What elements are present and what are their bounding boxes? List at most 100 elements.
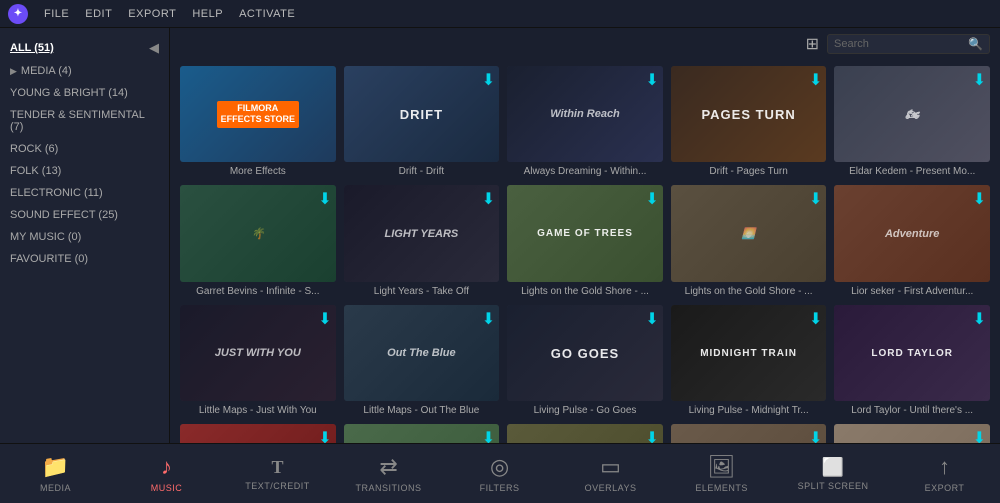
sidebar-all-link[interactable]: ALL (51) [10, 42, 54, 54]
search-input[interactable] [834, 38, 964, 50]
thumb-lights-gold2: 🌅 [671, 185, 827, 281]
sidebar-item-my-music[interactable]: MY MUSIC (0) [0, 226, 169, 248]
media-card-come-back[interactable]: COME BACK HOME ⬇ Come Back Home [180, 424, 336, 443]
media-card-eldar[interactable]: 🏍 ⬇ Eldar Kedem - Present Mo... [834, 66, 990, 177]
media-card-little-maps1[interactable]: JUST WITH YOU ⬇ Little Maps - Just With … [180, 305, 336, 416]
card-label-within-reach: Always Dreaming - Within... [507, 166, 663, 177]
download-icon-17[interactable]: ⬇ [645, 428, 658, 443]
media-card-effects-store[interactable]: FILMORAEFFECTS STORE More Effects [180, 66, 336, 177]
bottom-split-screen[interactable]: ⬜ SPLIT SCREEN [798, 457, 869, 491]
sidebar-item-favourite[interactable]: FAVOURITE (0) [0, 248, 169, 270]
download-icon-1[interactable]: ⬇ [482, 70, 495, 90]
menu-file[interactable]: FILE [44, 8, 69, 20]
sidebar-item-electronic[interactable]: ELECTRONIC (11) [0, 182, 169, 204]
arrow-icon: ▶ [10, 66, 17, 77]
export-label: EXPORT [925, 483, 965, 493]
download-icon-6[interactable]: ⬇ [482, 189, 495, 209]
download-icon-13[interactable]: ⬇ [809, 309, 822, 329]
download-icon-18[interactable]: ⬇ [809, 428, 822, 443]
thumb-light-years: LIGHT YEARS [344, 185, 500, 281]
bottom-media[interactable]: 📁 MEDIA [21, 454, 91, 493]
music-icon: ♪ [161, 454, 172, 480]
media-card-garret[interactable]: 🌴 ⬇ Garret Bevins - Infinite - S... [180, 185, 336, 296]
bottom-music[interactable]: ♪ MUSIC [132, 454, 202, 493]
menu-export[interactable]: EXPORT [128, 8, 176, 20]
card-label-light-years: Light Years - Take Off [344, 286, 500, 297]
media-card-within-reach[interactable]: Within Reach ⬇ Always Dreaming - Within.… [507, 66, 663, 177]
midnight-train-title: MIDNIGHT TRAIN [700, 348, 797, 359]
card-label-lights-gold2: Lights on the Gold Shore - ... [671, 286, 827, 297]
game-trees-title: GAME OF TREES [537, 228, 633, 239]
media-card-name-child[interactable]: Name of the child ⬇ Name of the child [834, 424, 990, 443]
app-logo: ✦ [8, 4, 28, 24]
sidebar-tender-label: TENDER & SENTIMENTAL (7) [10, 109, 159, 133]
sidebar-folk-label: FOLK (13) [10, 165, 61, 177]
thumb-effects-store: FILMORAEFFECTS STORE [180, 66, 336, 162]
media-card-little-maps2[interactable]: Out The Blue ⬇ Little Maps - Out The Blu… [344, 305, 500, 416]
grid-view-icon[interactable]: ⊞ [806, 34, 819, 54]
sidebar: ALL (51) ◀ ▶ MEDIA (4) YOUNG & BRIGHT (1… [0, 28, 170, 443]
download-icon-14[interactable]: ⬇ [973, 309, 986, 329]
download-icon-7[interactable]: ⬇ [645, 189, 658, 209]
media-card-lights-gold2[interactable]: 🌅 ⬇ Lights on the Gold Shore - ... [671, 185, 827, 296]
bottom-filters[interactable]: ◎ FILTERS [465, 454, 535, 493]
download-icon-10[interactable]: ⬇ [318, 309, 331, 329]
bottom-toolbar: 📁 MEDIA ♪ MUSIC T TEXT/CREDIT ⇄ TRANSITI… [0, 443, 1000, 503]
media-card-lord-taylor[interactable]: LORD TAYLOR ⬇ Lord Taylor - Until there'… [834, 305, 990, 416]
download-icon-8[interactable]: ⬇ [809, 189, 822, 209]
menu-edit[interactable]: EDIT [85, 8, 112, 20]
sidebar-sound-label: SOUND EFFECT (25) [10, 209, 118, 221]
thumb-born: Born Again [507, 424, 663, 443]
thumb-garret: 🌴 [180, 185, 336, 281]
sidebar-item-rock[interactable]: ROCK (6) [0, 138, 169, 160]
bottom-elements[interactable]: 🖼 ELEMENTS [687, 454, 757, 493]
media-card-lior[interactable]: Adventure ⬇ Lior seker - First Adventur.… [834, 185, 990, 296]
menu-help[interactable]: HELP [192, 8, 223, 20]
bottom-export[interactable]: ↑ EXPORT [909, 454, 979, 493]
download-icon-3[interactable]: ⬇ [809, 70, 822, 90]
light-years-title: LIGHT YEARS [381, 224, 463, 244]
transitions-label: TRANSITIONS [356, 483, 422, 493]
download-icon-9[interactable]: ⬇ [973, 189, 986, 209]
drift-title: DRIFT [400, 107, 443, 122]
music-label: MUSIC [151, 483, 183, 493]
media-card-living-pulse2[interactable]: MIDNIGHT TRAIN ⬇ Living Pulse - Midnight… [671, 305, 827, 416]
media-card-shaal[interactable]: Shaal Region ⬇ Shaal Region [344, 424, 500, 443]
content-panel: ⊞ 🔍 FILMORAEFFECTS STORE More Effects [170, 28, 1000, 443]
lights-img: 🌅 [738, 223, 760, 244]
sidebar-item-tender[interactable]: TENDER & SENTIMENTAL (7) [0, 104, 169, 138]
menu-activate[interactable]: ACTIVATE [239, 8, 295, 20]
download-icon-11[interactable]: ⬇ [482, 309, 495, 329]
bottom-text-credit[interactable]: T TEXT/CREDIT [243, 457, 313, 491]
download-icon-2[interactable]: ⬇ [645, 70, 658, 90]
media-card-pages-turn[interactable]: PAGES TURN ⬇ Drift - Pages Turn [671, 66, 827, 177]
just-with-you-title: JUST WITH YOU [211, 343, 305, 363]
download-icon-19[interactable]: ⬇ [973, 428, 986, 443]
media-card-row4-4[interactable]: 🎵 ⬇ ... [671, 424, 827, 443]
elements-label: ELEMENTS [695, 483, 748, 493]
card-label-lights-gold1: Lights on the Gold Shore - ... [507, 286, 663, 297]
sidebar-item-folk[interactable]: FOLK (13) [0, 160, 169, 182]
eldar-img: 🏍 [901, 104, 923, 125]
sidebar-item-young[interactable]: YOUNG & BRIGHT (14) [0, 82, 169, 104]
sidebar-item-media[interactable]: ▶ MEDIA (4) [0, 60, 169, 82]
media-card-lights-gold1[interactable]: GAME OF TREES ⬇ Lights on the Gold Shore… [507, 185, 663, 296]
media-card-light-years[interactable]: LIGHT YEARS ⬇ Light Years - Take Off [344, 185, 500, 296]
download-icon-5[interactable]: ⬇ [318, 189, 331, 209]
media-card-born[interactable]: Born Again ⬇ Born Again [507, 424, 663, 443]
thumb-row4-4: 🎵 [671, 424, 827, 443]
lord-taylor-title: LORD TAYLOR [871, 348, 953, 359]
card-label-little-maps1: Little Maps - Just With You [180, 405, 336, 416]
media-card-living-pulse1[interactable]: GO GOES ⬇ Living Pulse - Go Goes [507, 305, 663, 416]
download-icon-15[interactable]: ⬇ [318, 428, 331, 443]
export-icon: ↑ [939, 454, 950, 480]
media-card-drift[interactable]: DRIFT ⬇ Drift - Drift [344, 66, 500, 177]
download-icon-12[interactable]: ⬇ [645, 309, 658, 329]
sidebar-back-button[interactable]: ◀ [149, 40, 159, 56]
media-icon: 📁 [42, 454, 69, 480]
bottom-transitions[interactable]: ⇄ TRANSITIONS [354, 454, 424, 493]
download-icon-16[interactable]: ⬇ [482, 428, 495, 443]
bottom-overlays[interactable]: ▭ OVERLAYS [576, 454, 646, 493]
download-icon-4[interactable]: ⬇ [973, 70, 986, 90]
sidebar-item-sound-effect[interactable]: SOUND EFFECT (25) [0, 204, 169, 226]
